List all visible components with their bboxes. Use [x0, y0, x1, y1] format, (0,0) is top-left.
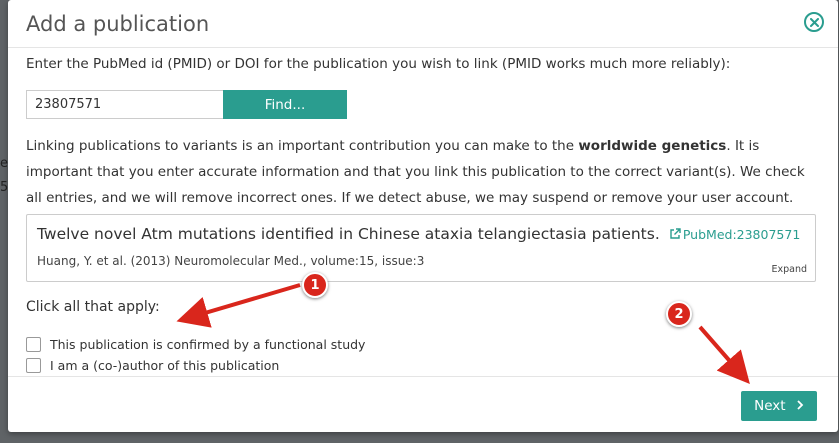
annotation-badge-2: 2 — [666, 301, 692, 327]
publication-card: Twelve novel Atm mutations identified in… — [26, 214, 816, 282]
annotation-badge-1: 1 — [302, 272, 328, 298]
background-text-fragment: e — [0, 156, 8, 171]
footer-divider — [8, 376, 838, 377]
expand-link[interactable]: Expand — [771, 264, 807, 275]
coauthor-checkbox[interactable] — [26, 358, 41, 373]
modal-title: Add a publication — [26, 12, 210, 36]
close-button[interactable] — [804, 12, 824, 32]
find-button[interactable]: Find... — [223, 90, 347, 119]
publication-title: Twelve novel Atm mutations identified in… — [37, 225, 660, 243]
header-divider — [8, 47, 838, 48]
warning-text: Linking publications to variants is an i… — [26, 133, 816, 211]
warning-text-part1: Linking publications to variants is an i… — [26, 138, 579, 154]
add-publication-modal: Add a publication Enter the PubMed id (P… — [8, 0, 838, 432]
publication-search-row: Find... — [26, 90, 347, 119]
functional-study-checkbox[interactable] — [26, 337, 41, 352]
pmid-input[interactable] — [26, 90, 223, 119]
chevron-right-icon — [797, 400, 804, 410]
coauthor-option[interactable]: I am a (co-)author of this publication — [26, 358, 279, 373]
next-button-label: Next — [754, 398, 786, 414]
background-page: e 5 — [0, 0, 8, 443]
close-circle-icon — [809, 17, 819, 27]
functional-study-label: This publication is confirmed by a funct… — [50, 337, 366, 352]
pubmed-link[interactable]: PubMed:23807571 — [669, 227, 800, 242]
publication-title-line: Twelve novel Atm mutations identified in… — [37, 224, 800, 243]
warning-text-bold: worldwide genetics — [578, 138, 727, 154]
instruction-text: Enter the PubMed id (PMID) or DOI for th… — [26, 56, 731, 72]
external-link-icon — [670, 228, 681, 239]
functional-study-option[interactable]: This publication is confirmed by a funct… — [26, 337, 365, 352]
publication-meta: Huang, Y. et al. (2013) Neuromolecular M… — [37, 254, 425, 268]
coauthor-label: I am a (co-)author of this publication — [50, 358, 280, 373]
pubmed-link-label: PubMed:23807571 — [682, 227, 801, 242]
click-all-label: Click all that apply: — [26, 299, 160, 315]
next-button[interactable]: Next — [741, 391, 817, 421]
